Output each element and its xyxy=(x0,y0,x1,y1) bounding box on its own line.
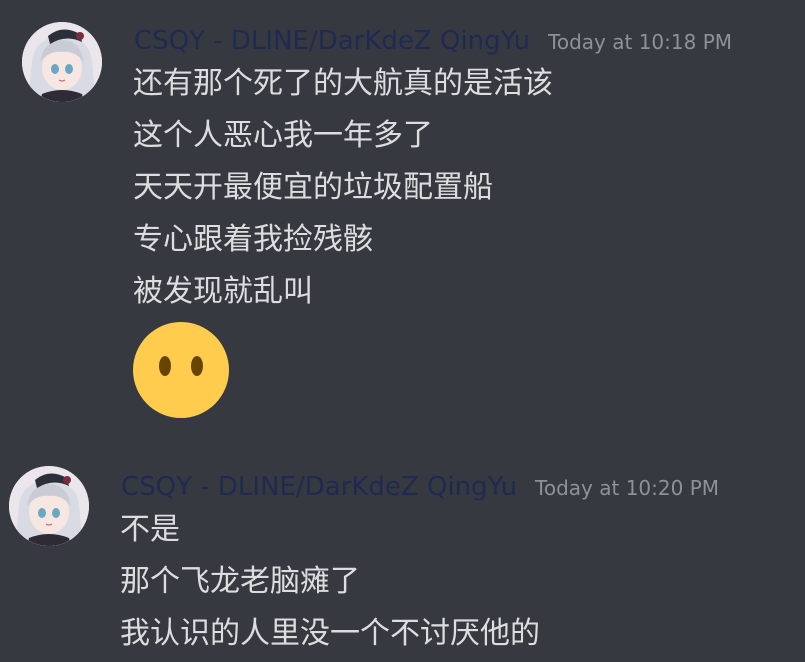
message-line: 我认识的人里没一个不讨厌他的 xyxy=(120,616,540,651)
message-line: 专心跟着我捡残骸 xyxy=(133,222,373,257)
message-content: 还有那个死了的大航真的是活该 这个人恶心我一年多了 天天开最便宜的垃圾配置船 专… xyxy=(133,58,553,318)
message-header: CSQY - DLINE/DarKdeZ QingYu Today at 10:… xyxy=(134,26,732,56)
no-mouth-face-emoji-icon[interactable] xyxy=(133,322,229,418)
message-line: 还有那个死了的大航真的是活该 xyxy=(133,66,553,101)
timestamp[interactable]: Today at 10:18 PM xyxy=(548,30,732,54)
message-line: 这个人恶心我一年多了 xyxy=(133,118,433,153)
avatar-image xyxy=(22,22,102,102)
emoji-eye xyxy=(191,356,203,376)
username[interactable]: CSQY - DLINE/DarKdeZ QingYu xyxy=(121,472,517,502)
avatar-image xyxy=(9,466,89,546)
message-line: 天天开最便宜的垃圾配置船 xyxy=(133,170,493,205)
message-line: 那个飞龙老脑瘫了 xyxy=(120,564,360,599)
message-line: 不是 xyxy=(120,512,180,547)
message-content: 不是 那个飞龙老脑瘫了 我认识的人里没一个不讨厌他的 xyxy=(120,504,540,660)
message-line: 被发现就乱叫 xyxy=(133,274,313,309)
username[interactable]: CSQY - DLINE/DarKdeZ QingYu xyxy=(134,26,530,56)
message-header: CSQY - DLINE/DarKdeZ QingYu Today at 10:… xyxy=(121,472,719,502)
avatar[interactable] xyxy=(22,22,102,102)
emoji-eye xyxy=(159,356,171,376)
avatar[interactable] xyxy=(9,466,89,546)
timestamp[interactable]: Today at 10:20 PM xyxy=(535,476,719,500)
chat-message-list: CSQY - DLINE/DarKdeZ QingYu Today at 10:… xyxy=(0,0,805,662)
